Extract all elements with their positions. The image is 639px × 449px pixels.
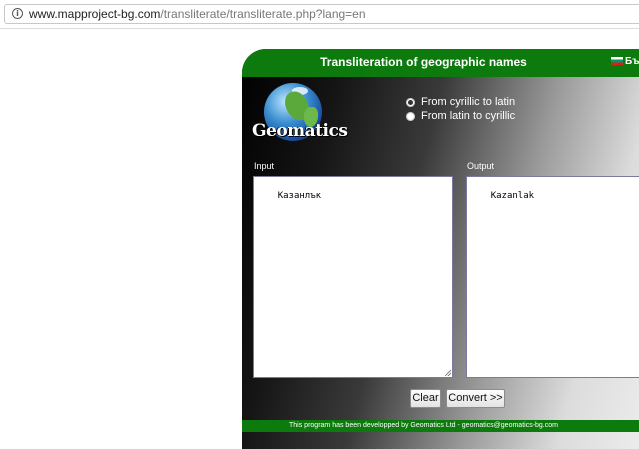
footer-text: This program has been developped by Geom… xyxy=(289,422,558,429)
language-switch[interactable]: Бъ xyxy=(611,56,639,67)
input-label: Input xyxy=(254,161,275,171)
transliteration-panel: Transliteration of geographic names Бъ G… xyxy=(242,49,639,449)
bulgarian-flag-icon xyxy=(611,57,623,65)
info-icon[interactable]: i xyxy=(12,8,23,19)
url-path: /transliterate/transliterate.php?lang=en xyxy=(160,7,366,21)
option-cyrillic-to-latin[interactable]: From cyrillic to latin xyxy=(406,95,515,109)
convert-button[interactable]: Convert >> xyxy=(446,389,505,408)
footer: This program has been developped by Geom… xyxy=(242,420,639,432)
language-switch-label: Бъ xyxy=(625,56,639,67)
page-title: Transliteration of geographic names xyxy=(320,55,527,69)
direction-options: From cyrillic to latin From latin to cyr… xyxy=(406,95,515,123)
option-latin-to-cyrillic[interactable]: From latin to cyrillic xyxy=(406,109,515,123)
output-text: Kazanlak xyxy=(490,191,535,201)
url-field[interactable]: i www.mapproject-bg.com/transliterate/tr… xyxy=(4,4,639,24)
input-text: Казанлък xyxy=(277,191,322,201)
url-text[interactable]: www.mapproject-bg.com/transliterate/tran… xyxy=(29,7,366,21)
input-textarea[interactable]: Казанлък xyxy=(253,176,453,378)
geomatics-logo: Geomatics xyxy=(252,83,348,149)
option-latin-to-cyrillic-label: From latin to cyrillic xyxy=(421,110,516,122)
url-host: www.mapproject-bg.com xyxy=(29,7,161,21)
radio-latin-to-cyrillic[interactable] xyxy=(406,111,415,121)
output-textarea[interactable]: Kazanlak xyxy=(466,176,639,378)
output-label: Output xyxy=(467,161,495,171)
resize-grip-icon[interactable] xyxy=(445,370,451,376)
address-bar: i www.mapproject-bg.com/transliterate/tr… xyxy=(0,0,639,29)
logo-text: Geomatics xyxy=(252,121,348,141)
option-cyrillic-to-latin-label: From cyrillic to latin xyxy=(421,96,516,108)
radio-cyrillic-to-latin[interactable] xyxy=(406,97,415,107)
clear-button[interactable]: Clear xyxy=(410,389,441,408)
title-bar: Transliteration of geographic names Бъ xyxy=(242,49,639,77)
